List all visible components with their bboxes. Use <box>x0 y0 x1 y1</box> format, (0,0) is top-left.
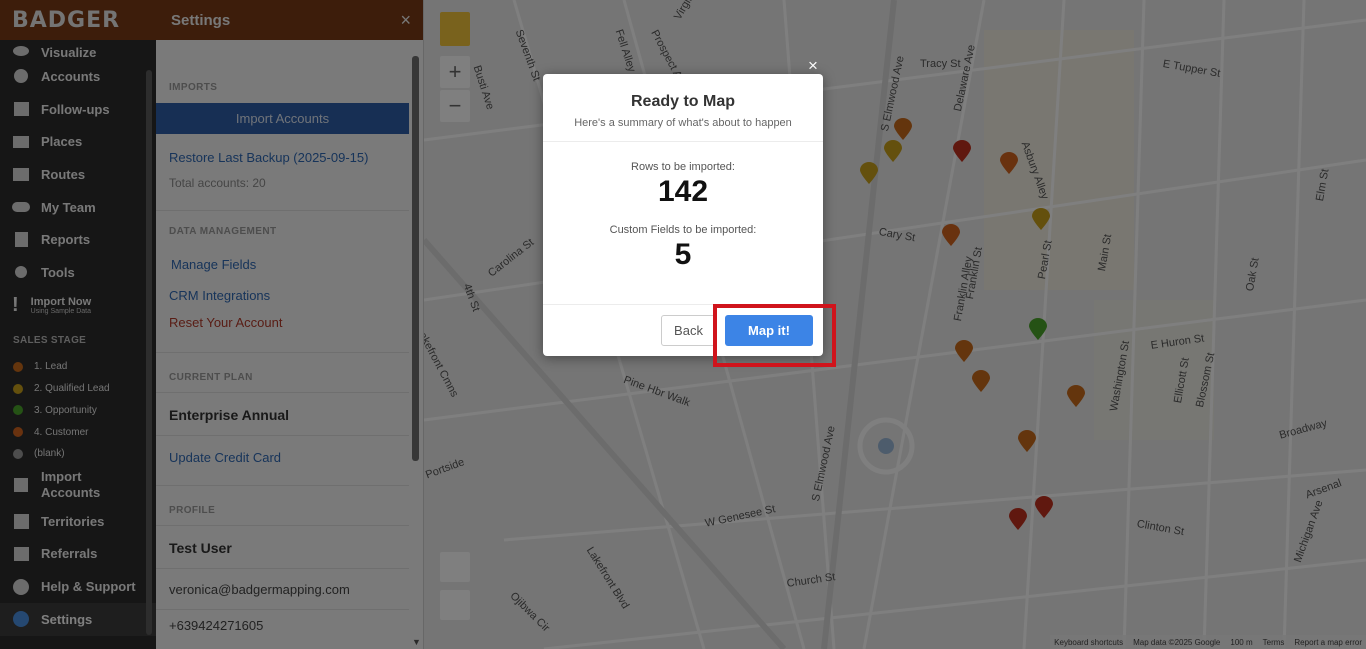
custom-fields-label: Custom Fields to be imported: <box>609 224 757 236</box>
dialog-subtitle: Here's a summary of what's about to happ… <box>574 117 792 129</box>
back-button[interactable]: Back <box>661 315 716 346</box>
rows-value: 142 <box>657 175 709 208</box>
rows-label: Rows to be imported: <box>631 161 735 173</box>
modal-close-icon[interactable]: × <box>808 56 818 76</box>
divider <box>543 141 823 142</box>
custom-fields-value: 5 <box>674 238 692 271</box>
highlight-box <box>713 304 836 367</box>
dialog-title: Ready to Map <box>630 93 735 110</box>
